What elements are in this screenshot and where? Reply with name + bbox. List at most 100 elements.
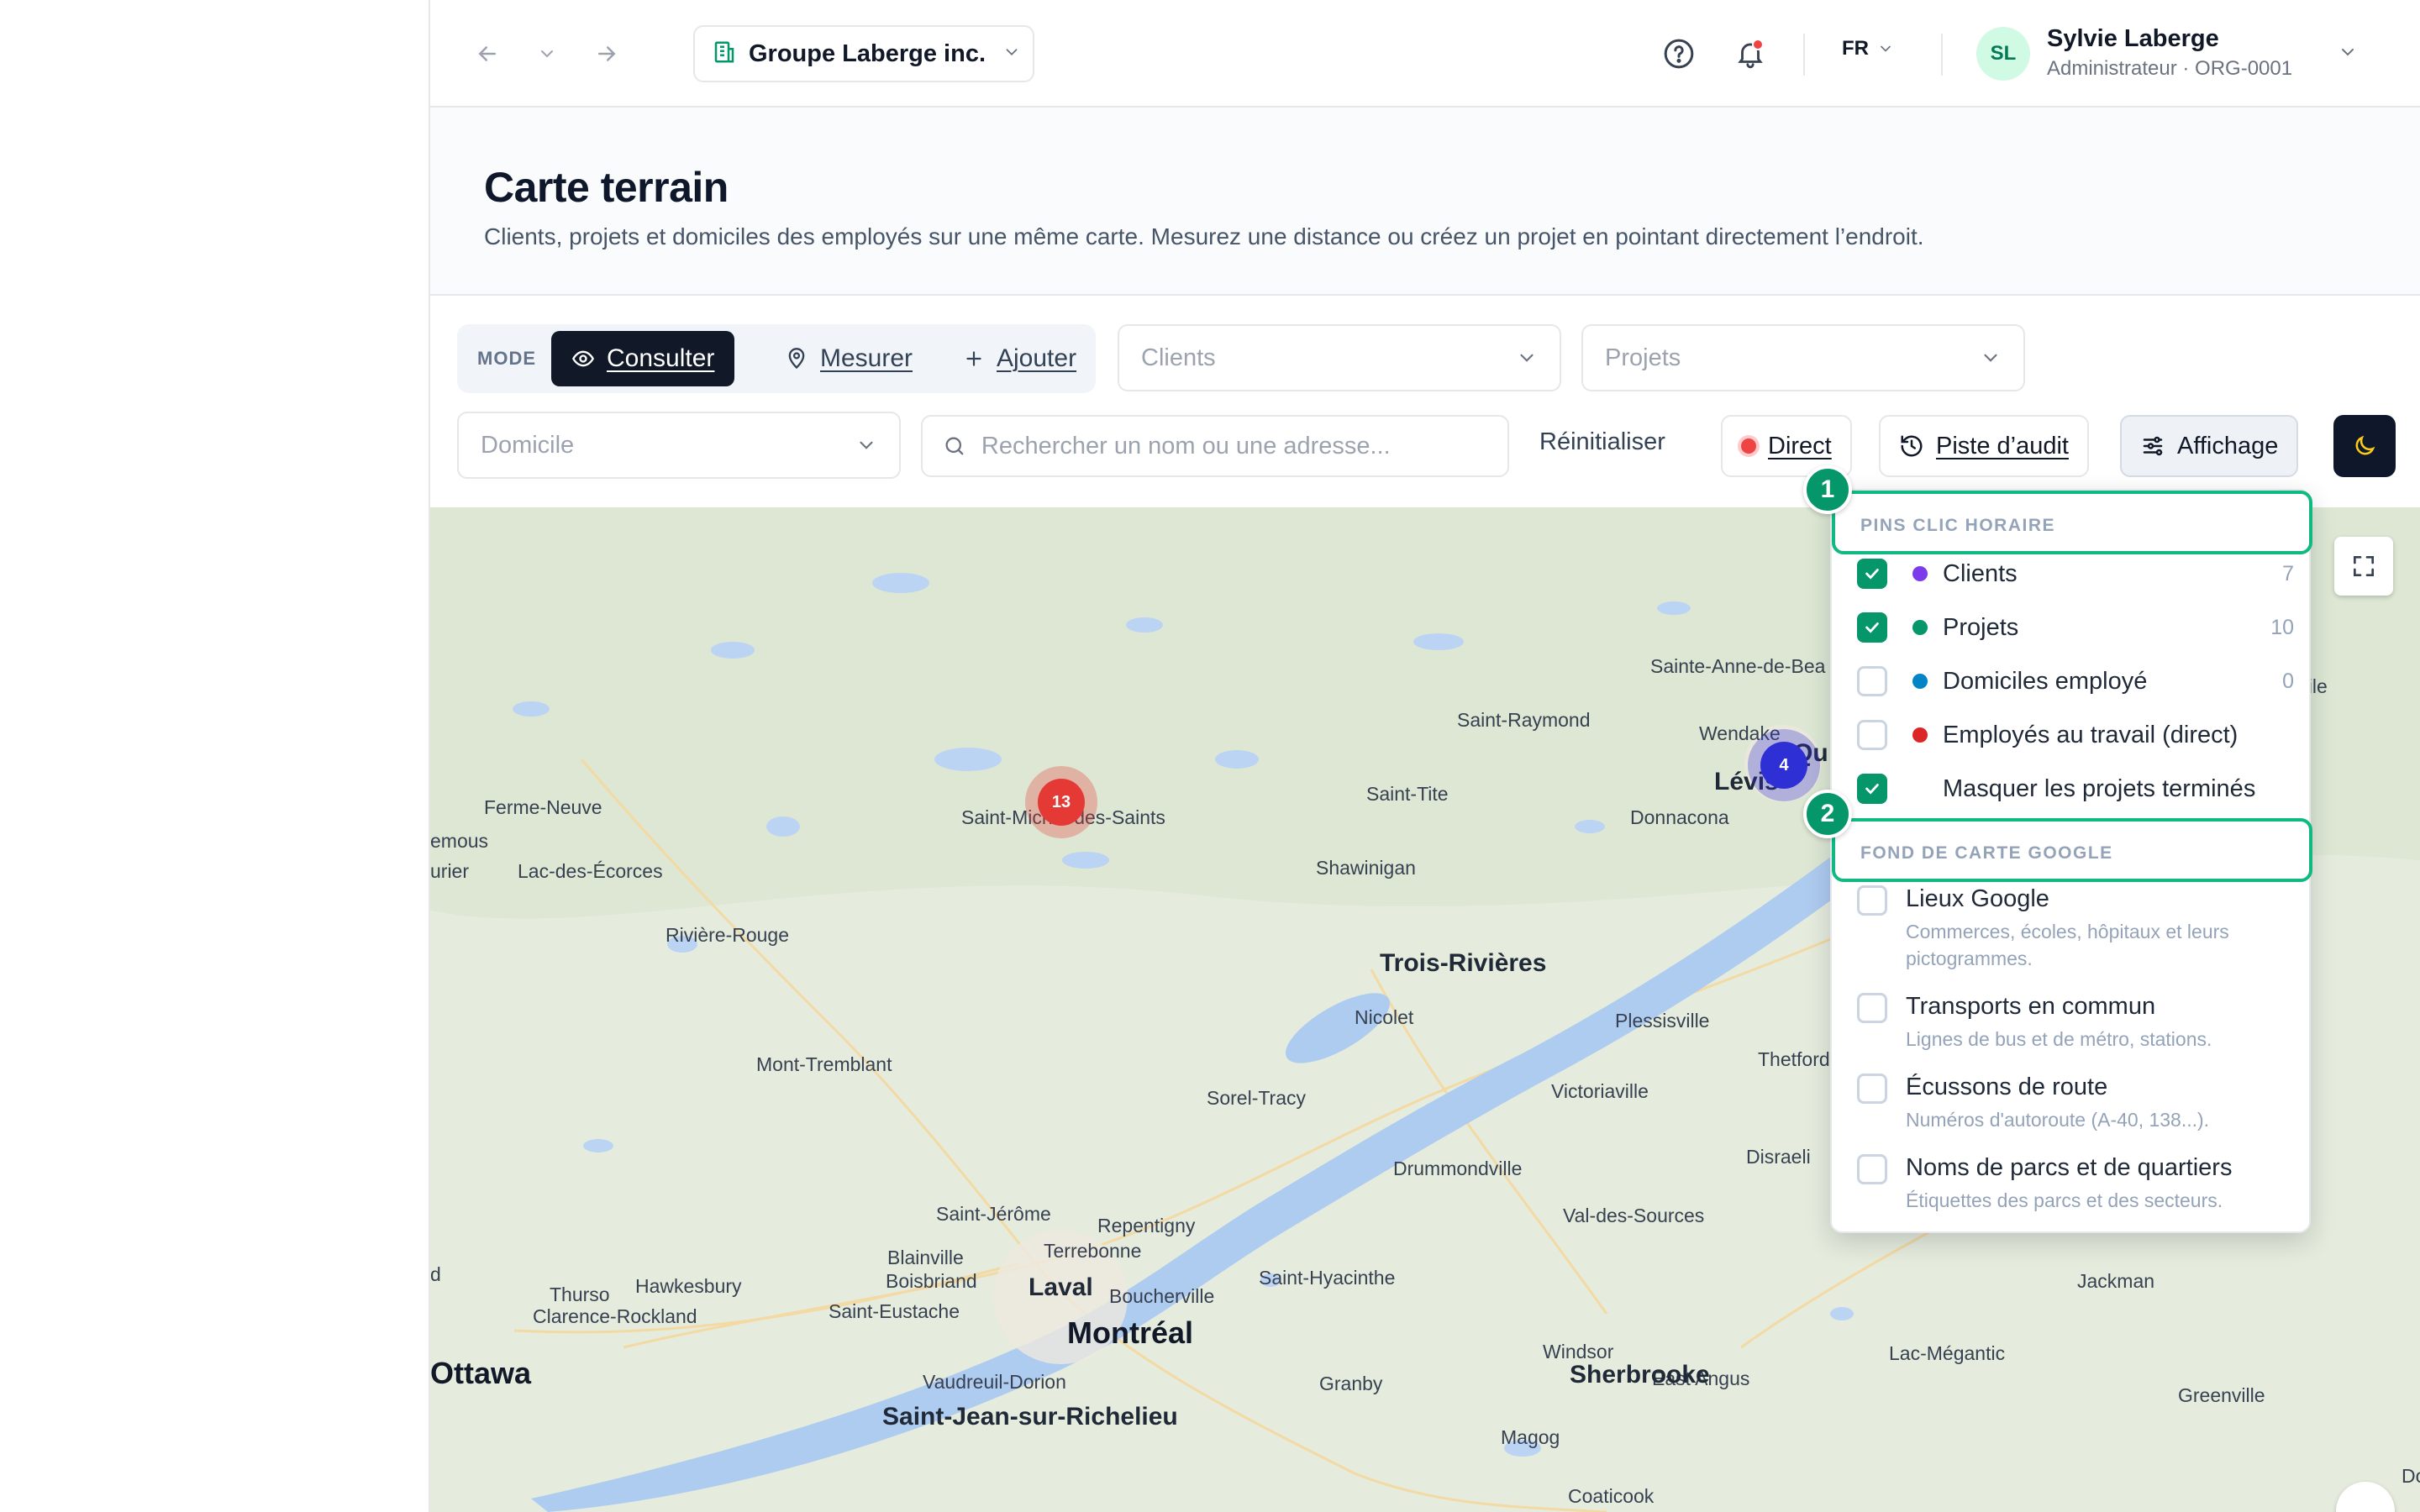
org-switcher[interactable]: Groupe Laberge inc. [693, 25, 1034, 82]
basemap-option-park-names[interactable]: Noms de parcs et de quartiers Étiquettes… [1857, 1154, 2294, 1214]
checkbox[interactable] [1857, 774, 1887, 804]
language-selector[interactable]: FR [1842, 37, 1894, 60]
map-city-label: Lac-des-Écorces [518, 860, 663, 882]
page-header: Carte terrain Clients, projets et domici… [430, 108, 2420, 296]
projects-select[interactable]: Projets [1581, 324, 2025, 391]
map-city-label: Saint-Eustache [829, 1300, 960, 1322]
map-city-label: Sainte-Anne-de-Bea [1650, 655, 1826, 677]
sidebar [0, 0, 430, 1512]
checkbox[interactable] [1857, 993, 1887, 1023]
dark-mode-toggle[interactable] [2333, 415, 2396, 477]
map-toolbar: MODE Consulter Mesurer Ajouter Clients P… [430, 296, 2420, 507]
mode-consult-button[interactable]: Consulter [551, 331, 735, 386]
user-menu-chevron-icon[interactable] [2338, 42, 2358, 66]
basemap-header: FOND DE CARTE GOOGLE [1860, 843, 2113, 863]
option-description: Lignes de bus et de métro, stations. [1906, 1028, 2212, 1050]
notification-dot [1752, 39, 1764, 50]
search-input[interactable] [981, 432, 1487, 460]
mode-label: MODE [477, 348, 536, 369]
pin-label: Projets [1943, 613, 2019, 641]
map-city-label: Do [2402, 1465, 2420, 1487]
toggle-hide-finished-projects[interactable]: Masquer les projets terminés [1857, 768, 2294, 810]
basemap-option-places[interactable]: Lieux Google Commerces, écoles, hôpitaux… [1857, 885, 2294, 972]
checkbox[interactable] [1857, 1154, 1887, 1184]
option-description: Étiquettes des parcs et des secteurs. [1906, 1189, 2223, 1211]
back-arrow-icon[interactable] [467, 34, 508, 74]
map-cluster-red[interactable]: 13 [1025, 766, 1097, 838]
map-city-label: Shawinigan [1316, 857, 1416, 879]
map-city-label: Trois-Rivières [1380, 949, 1547, 977]
map-city-label: Vaudreuil-Dorion [923, 1371, 1066, 1393]
display-options-button[interactable]: Affichage [2120, 415, 2299, 477]
homes-color-dot [1912, 674, 1928, 689]
basemap-option-transit[interactable]: Transports en commun Lignes de bus et de… [1857, 993, 2294, 1053]
map-city-label: Blainville [887, 1247, 964, 1268]
map-city-label: Ferme-Neuve [484, 796, 602, 818]
map-city-label: Val-des-Sources [1563, 1205, 1705, 1226]
reset-button[interactable]: Réinitialiser [1539, 428, 1665, 456]
option-title: Noms de parcs et de quartiers [1906, 1154, 2233, 1181]
pin-label: Clients [1943, 559, 2018, 587]
map-city-label: Windsor [1543, 1341, 1614, 1362]
clients-color-dot [1912, 566, 1928, 581]
pin-count: 7 [2282, 561, 2294, 585]
help-icon[interactable] [1657, 32, 1701, 76]
mode-measure-button[interactable]: Mesurer [765, 331, 933, 386]
moon-icon [2355, 435, 2375, 455]
pin-label: Employés au travail (direct) [1943, 721, 2238, 748]
building-icon [712, 39, 737, 69]
checkbox[interactable] [1857, 720, 1887, 750]
option-description: Numéros d'autoroute (A-40, 138...). [1906, 1109, 2210, 1131]
pin-toggle-homes[interactable]: Domiciles employé 0 [1857, 660, 2294, 702]
map-cluster-blue[interactable]: 4 [1748, 729, 1820, 801]
clients-select-value: Clients [1141, 344, 1216, 371]
chevron-down-icon [1984, 354, 1997, 362]
language-code: FR [1842, 37, 1869, 60]
mode-add-button[interactable]: Ajouter [943, 331, 1097, 386]
checkbox[interactable] [1857, 559, 1887, 589]
map-city-label: Disraeli [1746, 1146, 1811, 1168]
map-city-label: Drummondville [1393, 1158, 1523, 1179]
mode-label-consult: Consulter [607, 344, 715, 372]
map-city-label: Repentigny [1097, 1215, 1196, 1236]
home-select[interactable]: Domicile [457, 412, 901, 479]
map-city-label: urier [430, 860, 470, 882]
audit-trail-button[interactable]: Piste d’audit [1879, 415, 2089, 477]
map-city-label: Greenville [2178, 1384, 2265, 1406]
clients-select[interactable]: Clients [1118, 324, 1561, 391]
map-city-label: Saint-Raymond [1457, 709, 1591, 731]
pin-label: Domiciles employé [1943, 667, 2148, 695]
basemap-section-header: FOND DE CARTE GOOGLE [1832, 818, 2312, 882]
basemap-option-road-shields[interactable]: Écussons de route Numéros d'autoroute (A… [1857, 1074, 2294, 1133]
user-name[interactable]: Sylvie Laberge [2047, 25, 2219, 53]
fullscreen-button[interactable] [2334, 537, 2393, 596]
map-city-label: Mont-Tremblant [756, 1053, 892, 1075]
display-label: Affichage [2177, 432, 2279, 459]
pins-header: PINS CLIC HORAIRE [1860, 516, 2056, 535]
checkbox[interactable] [1857, 666, 1887, 696]
projects-select-value: Projets [1605, 344, 1681, 371]
search-box [921, 415, 1509, 477]
checkbox[interactable] [1857, 885, 1887, 916]
search-icon [945, 437, 964, 455]
pin-toggle-clients[interactable]: Clients 7 [1857, 553, 2294, 595]
checkbox[interactable] [1857, 1074, 1887, 1104]
checkbox[interactable] [1857, 612, 1887, 643]
page-subtitle: Clients, projets et domiciles des employ… [484, 223, 1924, 249]
step-badge-1: 1 [1803, 465, 1852, 514]
pin-toggle-live-employees[interactable]: Employés au travail (direct) [1857, 714, 2294, 756]
map-city-label: Terrebonne [1044, 1240, 1142, 1262]
option-description: Commerces, écoles, hôpitaux et leurs pic… [1906, 921, 2229, 969]
map-city-label: Saint-Jérôme [936, 1203, 1051, 1225]
map-city-label: Jackman [2077, 1270, 2155, 1292]
check-icon [1865, 784, 1879, 795]
forward-arrow-icon[interactable] [587, 34, 627, 74]
avatar[interactable]: SL [1976, 27, 2030, 81]
org-name: Groupe Laberge inc. [749, 39, 986, 67]
history-chevron-icon[interactable] [527, 34, 567, 74]
pin-toggle-projects[interactable]: Projets 10 [1857, 606, 2294, 648]
check-icon [1865, 569, 1879, 580]
fullscreen-icon [2354, 556, 2374, 576]
option-title: Transports en commun [1906, 993, 2156, 1020]
notification-bell-icon[interactable] [1728, 32, 1772, 76]
